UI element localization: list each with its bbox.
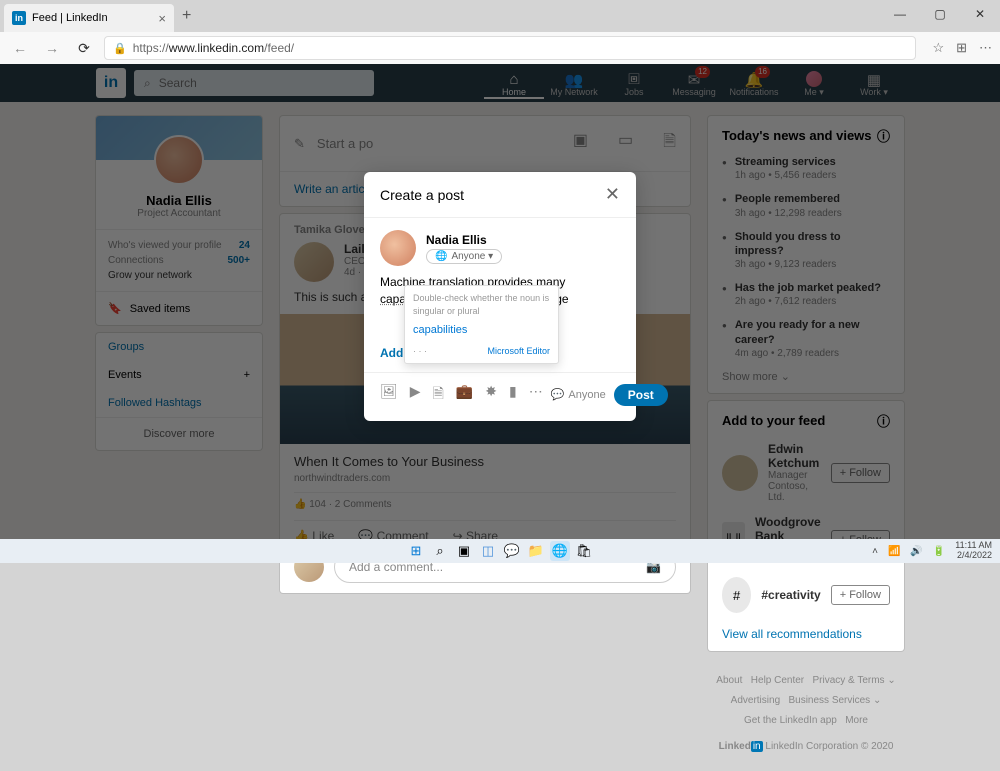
search-icon[interactable]: ⌕ xyxy=(430,541,450,561)
explorer-icon[interactable]: 📁 xyxy=(526,541,546,561)
clock[interactable]: 11:11 AM 2/4/2022 xyxy=(955,541,992,561)
follow-button[interactable]: + Follow xyxy=(831,585,890,605)
volume-icon[interactable]: 🔊 xyxy=(910,546,922,557)
tray-chevron-icon[interactable]: ˄ xyxy=(872,546,878,557)
back-button[interactable]: ← xyxy=(8,36,32,60)
windows-taskbar: ⊞ ⌕ ▣ ◫ 💬 📁 🌐 🛍 ˄ 📶 🔊 🔋 11:11 AM 2/4/202… xyxy=(0,539,1000,563)
create-post-modal: Create a post ✕ Nadia Ellis 🌐 Anyone ▾ M… xyxy=(364,172,636,421)
comment-visibility[interactable]: 💬 Anyone xyxy=(551,388,606,401)
celebrate-icon[interactable]: ✸ xyxy=(485,383,497,407)
address-bar: ← → ⟳ 🔒 https://www.linkedin.com/feed/ ☆… xyxy=(0,32,1000,64)
tab-title: Feed | LinkedIn xyxy=(32,12,158,24)
editor-hint: Double-check whether the noun is singula… xyxy=(413,292,550,317)
modal-title: Create a post xyxy=(380,187,464,203)
edge-icon[interactable]: 🌐 xyxy=(550,541,570,561)
browser-tab[interactable]: in Feed | LinkedIn × xyxy=(4,4,174,32)
document-icon[interactable]: 🗎 xyxy=(433,383,444,407)
linkedin-app: in ⌕ Search ⌂Home 👥My Network 🞖Jobs 12✉M… xyxy=(0,64,1000,539)
close-window-button[interactable]: ✕ xyxy=(960,0,1000,28)
battery-icon[interactable]: 🔋 xyxy=(933,546,945,557)
view-recommendations-link[interactable]: View all recommendations xyxy=(722,627,890,641)
editor-brand[interactable]: Microsoft Editor xyxy=(487,345,550,358)
favorite-icon[interactable]: ☆ xyxy=(932,40,944,56)
url-input[interactable]: 🔒 https://www.linkedin.com/feed/ xyxy=(104,36,916,60)
menu-icon[interactable]: ⋯ xyxy=(979,40,992,56)
modal-close-button[interactable]: ✕ xyxy=(605,184,620,205)
post-text-input[interactable]: Machine translation provides many capabi… xyxy=(364,274,636,316)
editor-suggestion-popup: Double-check whether the noun is singula… xyxy=(404,285,559,364)
more-icon[interactable]: ⋯ xyxy=(529,383,543,407)
image-icon[interactable]: 🖼 xyxy=(380,383,398,407)
linkedin-favicon: in xyxy=(12,11,26,25)
briefcase-icon[interactable]: 💼 xyxy=(456,383,473,407)
wifi-icon[interactable]: 📶 xyxy=(888,546,900,557)
editor-more[interactable]: · · · xyxy=(413,345,427,358)
poll-icon[interactable]: ▮ xyxy=(509,383,517,407)
minimize-button[interactable]: — xyxy=(880,0,920,28)
forward-button[interactable]: → xyxy=(40,36,64,60)
collections-icon[interactable]: ⊞ xyxy=(956,40,967,56)
editor-suggestion[interactable]: capabilities xyxy=(413,323,550,338)
lock-icon: 🔒 xyxy=(113,42,127,55)
post-button[interactable]: Post xyxy=(614,384,668,406)
video-icon[interactable]: ▶ xyxy=(410,383,421,407)
footer-links: About Help Center Privacy & Terms ⌄ Adve… xyxy=(708,671,904,757)
widgets-icon[interactable]: ◫ xyxy=(478,541,498,561)
tab-close-icon[interactable]: × xyxy=(158,11,166,26)
hashtag-icon: # xyxy=(722,577,751,613)
chat-icon[interactable]: 💬 xyxy=(502,541,522,561)
maximize-button[interactable]: ▢ xyxy=(920,0,960,28)
new-tab-button[interactable]: + xyxy=(182,7,191,25)
task-view-icon[interactable]: ▣ xyxy=(454,541,474,561)
start-button[interactable]: ⊞ xyxy=(406,541,426,561)
tab-bar: in Feed | LinkedIn × + — ▢ ✕ xyxy=(0,0,1000,32)
author-name: Nadia Ellis xyxy=(426,233,502,247)
visibility-selector[interactable]: 🌐 Anyone ▾ xyxy=(426,249,502,264)
author-avatar xyxy=(380,230,416,266)
browser-chrome: in Feed | LinkedIn × + — ▢ ✕ ← → ⟳ 🔒 htt… xyxy=(0,0,1000,64)
store-icon[interactable]: 🛍 xyxy=(574,541,594,561)
refresh-button[interactable]: ⟳ xyxy=(72,36,96,60)
